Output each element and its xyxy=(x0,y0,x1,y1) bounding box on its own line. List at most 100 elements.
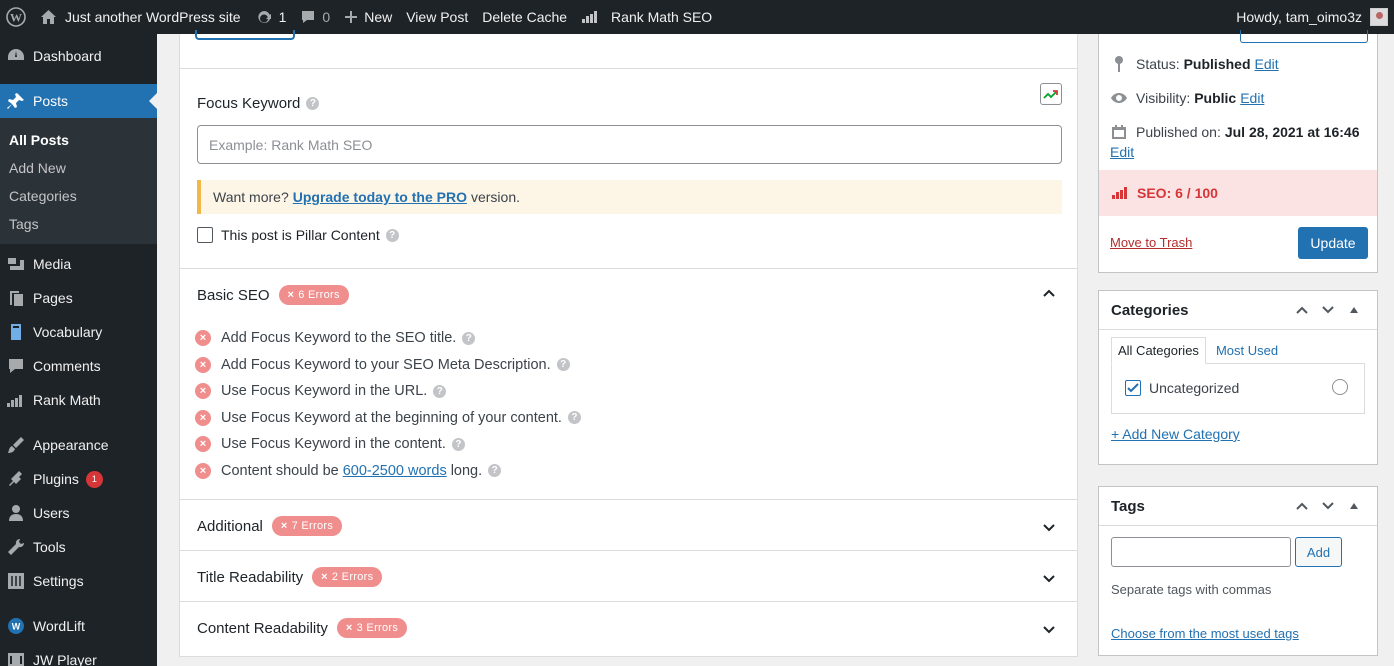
help-icon[interactable]: ? xyxy=(488,464,502,478)
upgrade-notice: Want more? Upgrade today to the PRO vers… xyxy=(197,180,1062,214)
menu-tools[interactable]: Tools xyxy=(0,530,157,564)
submenu-all-posts[interactable]: All Posts xyxy=(0,126,157,154)
update-button[interactable]: Update xyxy=(1298,227,1368,259)
upgrade-pro-link[interactable]: Upgrade today to the PRO xyxy=(293,189,467,205)
avatar[interactable] xyxy=(1370,8,1388,26)
section-title: Basic SEO xyxy=(197,286,270,304)
wordpress-logo-icon[interactable]: W xyxy=(0,0,33,34)
tab-all-categories[interactable]: All Categories xyxy=(1111,337,1206,364)
error-icon: × xyxy=(195,383,211,400)
menu-comments[interactable]: Comments xyxy=(0,349,157,383)
choose-most-used-tags-link[interactable]: Choose from the most used tags xyxy=(1111,626,1299,641)
updates-icon xyxy=(255,8,273,26)
users-icon xyxy=(6,503,26,523)
post-status: Status: Published Edit xyxy=(1110,55,1279,73)
section-additional-header[interactable]: Additional × 7 Errors xyxy=(197,516,343,536)
error-count-badge: × 3 Errors xyxy=(336,618,408,638)
move-up-icon[interactable] xyxy=(1289,498,1315,514)
help-icon[interactable]: ? xyxy=(567,411,581,425)
add-new-category-link[interactable]: + Add New Category xyxy=(1111,426,1240,442)
section-content-readability-header[interactable]: Content Readability × 3 Errors xyxy=(197,618,408,638)
section-title-readability-header[interactable]: Title Readability × 2 Errors xyxy=(197,567,383,587)
menu-vocabulary[interactable]: Vocabulary xyxy=(0,315,157,349)
help-icon[interactable]: ? xyxy=(385,228,399,242)
divider xyxy=(180,499,1077,500)
tags-box: Tags Add Separate tags with commas Choos… xyxy=(1098,486,1378,656)
partial-button[interactable] xyxy=(1240,30,1368,43)
move-down-icon[interactable] xyxy=(1315,302,1341,318)
menu-users[interactable]: Users xyxy=(0,496,157,530)
focus-keyword-input[interactable] xyxy=(197,125,1062,164)
move-to-trash-link[interactable]: Move to Trash xyxy=(1110,235,1192,250)
partial-button[interactable] xyxy=(195,30,295,40)
help-icon[interactable]: ? xyxy=(433,384,447,398)
help-icon[interactable]: ? xyxy=(451,437,465,451)
menu-settings-label: Settings xyxy=(33,573,84,589)
submenu-add-new[interactable]: Add New xyxy=(0,154,157,182)
comments-link[interactable]: 0 xyxy=(293,0,337,34)
submenu-tags[interactable]: Tags xyxy=(0,210,157,238)
new-tag-input[interactable] xyxy=(1111,537,1291,567)
rank-math-link[interactable]: Rank Math SEO xyxy=(574,0,719,34)
media-icon xyxy=(6,254,26,274)
view-post-link[interactable]: View Post xyxy=(399,0,475,34)
word-count-link[interactable]: 600-2500 words xyxy=(343,463,447,479)
help-icon[interactable]: ? xyxy=(306,97,320,110)
edit-status-link[interactable]: Edit xyxy=(1255,56,1279,72)
move-up-icon[interactable] xyxy=(1289,302,1315,318)
howdy-user-link[interactable]: Howdy, tam_oimo3z xyxy=(1236,9,1362,25)
plus-icon xyxy=(344,10,358,24)
error-icon: × xyxy=(195,409,211,426)
section-basic-seo-header[interactable]: Basic SEO × 6 Errors xyxy=(197,285,349,305)
collapse-toggle-icon[interactable] xyxy=(1341,302,1367,318)
move-down-icon[interactable] xyxy=(1315,498,1341,514)
chevron-up-icon[interactable] xyxy=(1042,287,1056,301)
basic-seo-tests: × Add Focus Keyword to the SEO title.? ×… xyxy=(195,325,581,484)
menu-appearance[interactable]: Appearance xyxy=(0,428,157,462)
menu-plugins[interactable]: Plugins 1 xyxy=(0,462,157,496)
menu-pages[interactable]: Pages xyxy=(0,281,157,315)
chevron-down-icon[interactable] xyxy=(1042,571,1056,585)
menu-rank-math[interactable]: Rank Math xyxy=(0,383,157,417)
menu-settings[interactable]: Settings xyxy=(0,564,157,598)
seo-score-badge[interactable]: SEO: 6 / 100 xyxy=(1099,170,1377,216)
tags-hint: Separate tags with commas xyxy=(1111,582,1272,597)
category-checkbox[interactable] xyxy=(1125,380,1141,396)
menu-posts[interactable]: Posts xyxy=(0,84,157,118)
wordlift-icon: W xyxy=(6,616,26,636)
publish-box: Status: Published Edit Visibility: Public … xyxy=(1098,30,1378,273)
help-icon[interactable]: ? xyxy=(462,331,476,345)
menu-comments-label: Comments xyxy=(33,358,101,374)
menu-media[interactable]: Media xyxy=(0,247,157,281)
chevron-down-icon[interactable] xyxy=(1042,520,1056,534)
settings-sliders-icon xyxy=(6,571,26,591)
site-name-label: Just another WordPress site xyxy=(65,9,241,25)
menu-wordlift[interactable]: W WordLift xyxy=(0,609,157,643)
new-content-link[interactable]: New xyxy=(337,0,399,34)
tab-most-used[interactable]: Most Used xyxy=(1206,337,1284,364)
comment-icon xyxy=(300,9,316,25)
primary-category-radio[interactable] xyxy=(1332,379,1348,395)
error-count-badge: × 7 Errors xyxy=(271,516,343,536)
submenu-categories[interactable]: Categories xyxy=(0,182,157,210)
pillar-content-checkbox[interactable] xyxy=(197,227,213,243)
pin-icon xyxy=(1110,55,1128,73)
edit-visibility-link[interactable]: Edit xyxy=(1240,90,1264,106)
collapse-toggle-icon[interactable] xyxy=(1341,498,1367,514)
comments-icon xyxy=(6,356,26,376)
comments-count: 0 xyxy=(322,9,331,25)
edit-date-link[interactable]: Edit xyxy=(1110,144,1134,160)
help-icon[interactable]: ? xyxy=(556,358,570,372)
add-tag-button[interactable]: Add xyxy=(1295,537,1342,567)
trends-tool-button[interactable] xyxy=(1040,83,1062,105)
chevron-down-icon[interactable] xyxy=(1042,622,1056,636)
site-name-link[interactable]: Just another WordPress site xyxy=(33,0,248,34)
delete-cache-link[interactable]: Delete Cache xyxy=(475,0,574,34)
menu-media-label: Media xyxy=(33,256,72,272)
error-count-badge: × 2 Errors xyxy=(312,567,383,587)
menu-dashboard[interactable]: Dashboard xyxy=(0,39,157,73)
updates-link[interactable]: 1 xyxy=(248,0,294,34)
menu-jw-player[interactable]: JW Player xyxy=(0,643,157,666)
pillar-content-label: This post is Pillar Content xyxy=(221,227,380,243)
section-title: Additional xyxy=(197,517,263,535)
